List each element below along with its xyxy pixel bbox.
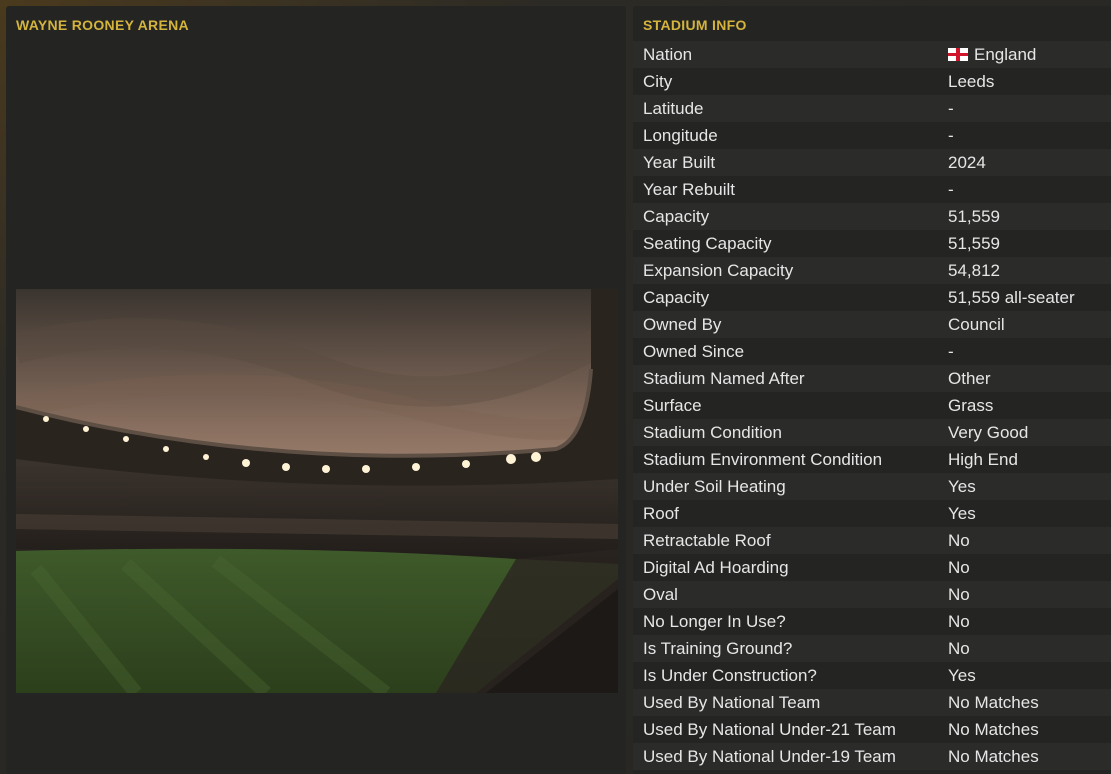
info-label: Year Rebuilt <box>643 180 735 199</box>
info-label: Digital Ad Hoarding <box>643 558 789 577</box>
info-value: No Matches <box>948 693 1039 712</box>
info-row-digital-ad-hoarding: Digital Ad Hoarding No <box>633 554 1111 581</box>
info-value: No <box>948 531 970 550</box>
stadium-info-panel: STADIUM INFO Nation England City Leeds L… <box>633 6 1111 774</box>
info-label: No Longer In Use? <box>643 612 786 631</box>
info-row-capacity-type: Capacity 51,559 all-seater <box>633 284 1111 311</box>
info-row-nation: Nation England <box>633 41 1111 68</box>
info-value: No <box>948 585 970 604</box>
info-value: 51,559 <box>948 207 1000 226</box>
info-value: - <box>948 99 954 118</box>
info-value[interactable]: England <box>948 41 1036 68</box>
info-value: Yes <box>948 666 976 685</box>
info-label: Under Soil Heating <box>643 477 786 496</box>
info-value: 2024 <box>948 153 986 172</box>
info-label: Year Built <box>643 153 716 172</box>
info-row-is-training-ground: Is Training Ground? No <box>633 635 1111 662</box>
info-row-roof: Roof Yes <box>633 500 1111 527</box>
info-label: Stadium Condition <box>643 423 782 442</box>
info-row-national-team: Used By National Team No Matches <box>633 689 1111 716</box>
info-label: Seating Capacity <box>643 234 772 253</box>
info-value: Other <box>948 369 991 388</box>
info-row-national-u21-team: Used By National Under-21 Team No Matche… <box>633 716 1111 743</box>
info-label: Oval <box>643 585 678 604</box>
stadium-info-title: STADIUM INFO <box>643 17 747 33</box>
info-row-no-longer-in-use: No Longer In Use? No <box>633 608 1111 635</box>
info-row-city: City Leeds <box>633 68 1111 95</box>
info-label: City <box>643 72 673 91</box>
info-label: Stadium Named After <box>643 369 805 388</box>
nation-name[interactable]: England <box>974 45 1036 64</box>
info-value: - <box>948 126 954 145</box>
info-label: Latitude <box>643 99 704 118</box>
info-row-stadium-condition: Stadium Condition Very Good <box>633 419 1111 446</box>
info-row-year-built: Year Built 2024 <box>633 149 1111 176</box>
info-label: Is Under Construction? <box>643 666 817 685</box>
info-row-latitude: Latitude - <box>633 95 1111 122</box>
info-row-under-soil-heating: Under Soil Heating Yes <box>633 473 1111 500</box>
info-label: Nation <box>643 45 693 64</box>
info-label: Longitude <box>643 126 718 145</box>
info-value: Council <box>948 315 1005 334</box>
info-label: Used By National Under-19 Team <box>643 747 896 766</box>
info-value: 54,812 <box>948 261 1000 280</box>
info-label: Used By National Team <box>643 693 821 712</box>
info-value: No <box>948 639 970 658</box>
stadium-name-title: WAYNE ROONEY ARENA <box>16 17 189 33</box>
stadium-photo <box>16 289 618 693</box>
info-label: Roof <box>643 504 679 523</box>
info-row-seating-capacity: Seating Capacity 51,559 <box>633 230 1111 257</box>
info-row-under-construction: Is Under Construction? Yes <box>633 662 1111 689</box>
info-value: - <box>948 342 954 361</box>
info-row-expansion-capacity: Expansion Capacity 54,812 <box>633 257 1111 284</box>
info-row-oval: Oval No <box>633 581 1111 608</box>
info-row-named-after: Stadium Named After Other <box>633 365 1111 392</box>
info-value: 51,559 all-seater <box>948 288 1075 307</box>
info-value: No <box>948 558 970 577</box>
info-value: High End <box>948 450 1018 469</box>
info-value: Yes <box>948 477 976 496</box>
info-row-retractable-roof: Retractable Roof No <box>633 527 1111 554</box>
info-row-owned-since: Owned Since - <box>633 338 1111 365</box>
england-flag-icon <box>948 48 968 61</box>
info-label: Capacity <box>643 288 710 307</box>
stadium-overview-panel: WAYNE ROONEY ARENA <box>6 6 626 774</box>
info-label: Expansion Capacity <box>643 261 794 280</box>
info-value[interactable]: Leeds <box>948 68 994 95</box>
info-label: Surface <box>643 396 702 415</box>
info-row-national-u19-team: Used By National Under-19 Team No Matche… <box>633 743 1111 770</box>
stadium-info-table: Nation England City Leeds Latitude - Lon… <box>633 41 1111 770</box>
info-value: No Matches <box>948 720 1039 739</box>
info-value: No <box>948 612 970 631</box>
info-value: No Matches <box>948 747 1039 766</box>
info-label: Capacity <box>643 207 710 226</box>
info-value: - <box>948 180 954 199</box>
info-label: Stadium Environment Condition <box>643 450 883 469</box>
info-value: Very Good <box>948 423 1029 442</box>
info-label: Is Training Ground? <box>643 639 793 658</box>
info-label: Retractable Roof <box>643 531 771 550</box>
info-value: Yes <box>948 504 976 523</box>
info-value: 51,559 <box>948 234 1000 253</box>
info-value: Grass <box>948 396 994 415</box>
info-row-environment-condition: Stadium Environment Condition High End <box>633 446 1111 473</box>
stadium-screen: WAYNE ROONEY ARENA STADIUM INFO Nation E… <box>0 0 1111 774</box>
info-row-capacity: Capacity 51,559 <box>633 203 1111 230</box>
info-row-longitude: Longitude - <box>633 122 1111 149</box>
info-label: Used By National Under-21 Team <box>643 720 896 739</box>
info-row-surface: Surface Grass <box>633 392 1111 419</box>
info-row-owned-by: Owned By Council <box>633 311 1111 338</box>
info-label: Owned By <box>643 315 722 334</box>
info-label: Owned Since <box>643 342 745 361</box>
info-row-year-rebuilt: Year Rebuilt - <box>633 176 1111 203</box>
